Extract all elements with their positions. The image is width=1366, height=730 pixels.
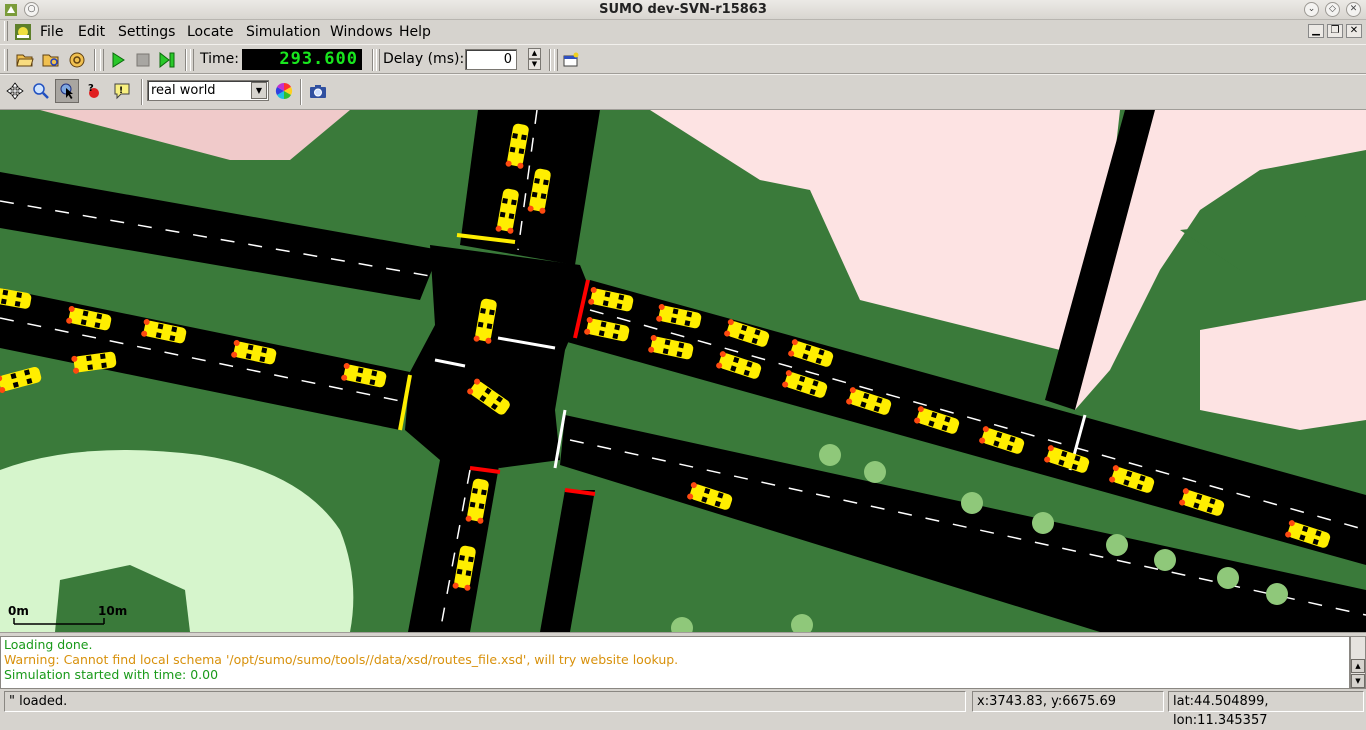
toolbar-separator [549,49,551,71]
question-bug-icon: ? [88,83,99,98]
folder-reload-icon [42,54,59,67]
message-log: Loading done. Warning: Cannot find local… [0,636,1350,689]
status-coordinates: x:3743.83, y:6675.69 [972,691,1164,712]
toolbar-separator [94,49,96,71]
toolbar-grip[interactable] [4,49,8,71]
maximize-button[interactable]: ◇ [1325,2,1340,17]
menu-windows[interactable]: Windows [330,24,393,40]
simulation-view[interactable]: 0m 10m [0,110,1366,632]
time-display: 293.600 [242,49,362,70]
new-view-button[interactable] [559,48,583,72]
edit-breakpoints-button[interactable]: ? [82,79,106,103]
stop-button[interactable] [131,48,155,72]
start-button[interactable] [106,48,130,72]
toolbar-grip[interactable] [190,49,194,71]
menu-file[interactable]: File [40,24,63,40]
toolbar-separator [141,79,143,105]
stop-icon [136,53,150,67]
color-wheel-icon [275,82,293,100]
color-scheme-select[interactable]: real world ▼ [147,80,269,101]
log-line: Simulation started with time: 0.00 [4,667,219,682]
spin-up-icon[interactable]: ▲ [528,48,541,59]
step-icon [159,52,175,68]
new-window-icon [563,52,579,67]
show-tooltips-button[interactable] [55,79,79,103]
locate-button[interactable] [29,79,53,103]
recenter-view-button[interactable] [3,79,27,103]
log-scrollbar[interactable]: ▲ ▼ [1350,636,1366,689]
log-line: Loading done. [4,637,93,652]
screenshot-button[interactable] [306,79,330,103]
scale-start-label: 0m [8,604,29,618]
close-simulation-button[interactable] [65,48,89,72]
network-map[interactable]: 0m 10m [0,110,1366,632]
svg-text:?: ? [88,83,94,94]
log-line: Warning: Cannot find local schema '/opt/… [4,652,679,667]
step-button[interactable] [155,48,179,72]
open-button[interactable] [13,48,37,72]
scale-end-label: 10m [98,604,127,618]
cursor-icon [60,83,73,99]
main-toolbar: Time: Delay (ms): [0,44,1366,74]
menu-settings[interactable]: Settings [118,24,175,40]
status-message: " loaded. [4,691,966,712]
folder-open-icon [16,54,34,67]
mdi-restore-button[interactable]: ❐ [1327,24,1343,38]
minimize-button[interactable]: ⌄ [1304,2,1319,17]
color-scheme-value: real world [151,83,216,98]
toolbar-grip[interactable] [376,49,380,71]
menu-simulation[interactable]: Simulation [246,24,321,40]
reload-button[interactable] [39,48,63,72]
sumo-icon [15,24,31,40]
toolbar-separator [185,49,187,71]
spin-down-icon[interactable]: ▼ [528,59,541,70]
menu-bar: File Edit Settings Locate Simulation Win… [0,20,1366,44]
toolbar-separator [372,49,374,71]
chevron-down-icon[interactable]: ▼ [251,82,267,99]
move-arrows-icon [6,82,24,100]
time-label: Time: [200,51,239,67]
mdi-minimize-button[interactable]: ▁ [1308,24,1324,38]
toolbar-grip[interactable] [554,49,558,71]
title-bar: ○ SUMO dev-SVN-r15863 ⌄ ◇ ✕ [0,0,1366,20]
toolbar-separator [300,79,302,105]
camera-icon [310,85,326,98]
magnifier-icon [33,83,49,99]
delay-spinner[interactable]: ▲ ▼ [528,48,541,71]
edit-coloring-button[interactable] [272,79,296,103]
menu-edit[interactable]: Edit [78,24,105,40]
delay-input[interactable]: 0 [465,49,517,70]
menu-help[interactable]: Help [399,24,431,40]
speech-bubble-icon: ! [114,83,130,100]
play-icon [112,52,125,68]
window-title: SUMO dev-SVN-r15863 [599,2,767,17]
close-button[interactable]: ✕ [1346,2,1361,17]
menu-locate[interactable]: Locate [187,24,234,40]
status-geo: lat:44.504899, lon:11.345357 [1168,691,1364,728]
delay-label: Delay (ms): [383,51,465,67]
toolbar-grip[interactable] [100,49,104,71]
menubar-grip[interactable] [4,21,8,41]
status-bar: " loaded. x:3743.83, y:6675.69 lat:44.50… [0,689,1366,728]
scroll-down-icon[interactable]: ▼ [1351,674,1365,688]
svg-text:!: ! [119,86,123,96]
mdi-close-button[interactable]: ✕ [1346,24,1362,38]
reload-icon [69,52,85,68]
tooltip-toggle-button[interactable]: ! [110,79,134,103]
scroll-up-icon[interactable]: ▲ [1351,659,1365,673]
